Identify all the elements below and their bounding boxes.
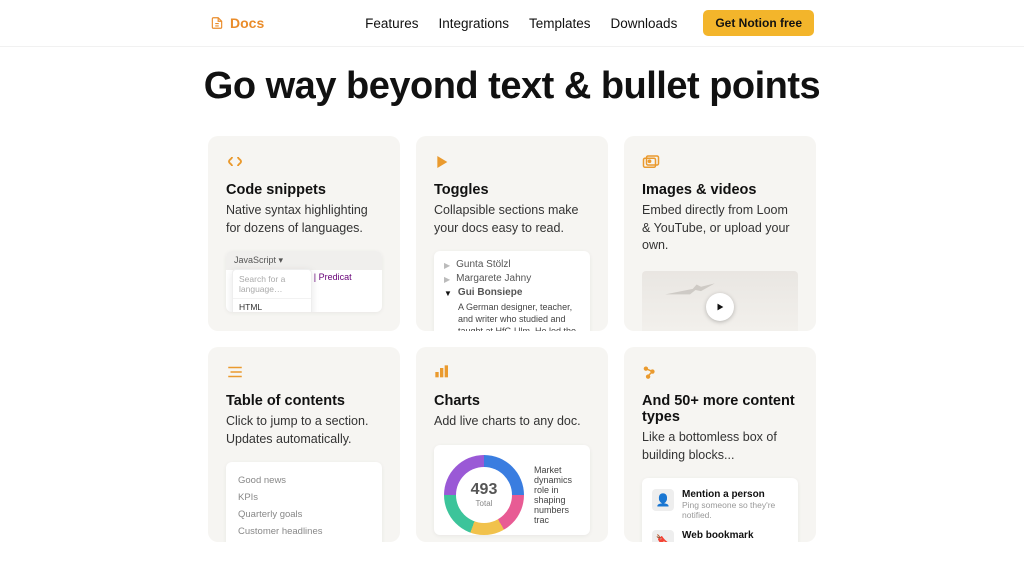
feature-grid: Code snippets Native syntax highlighting… <box>0 136 1024 582</box>
content-type-item[interactable]: 🔖 Web bookmarkSave a link as a visual bo… <box>644 525 796 542</box>
language-search[interactable]: Search for a language… <box>233 270 311 299</box>
nav-link-templates[interactable]: Templates <box>529 16 591 31</box>
chart-preview: 493Total Market dynamics role in shaping… <box>434 445 590 535</box>
toc-list: Good news KPIs Quarterly goals Customer … <box>226 462 382 542</box>
card-desc: Add live charts to any doc. <box>434 413 590 431</box>
content-type-item[interactable]: 👤 Mention a personPing someone so they'r… <box>644 484 796 525</box>
chart-value: 493 <box>471 481 498 499</box>
chevron-right-icon: ▶ <box>444 261 450 270</box>
nav-link-downloads[interactable]: Downloads <box>611 16 678 31</box>
top-nav: Docs Features Integrations Templates Dow… <box>0 0 1024 47</box>
chart-caption: Market dynamics role in shaping numbers … <box>534 465 586 525</box>
card-title: Images & videos <box>642 182 798 198</box>
card-more-types: And 50+ more content types Like a bottom… <box>624 347 816 542</box>
card-code-snippets: Code snippets Native syntax highlighting… <box>208 136 400 331</box>
card-title: Code snippets <box>226 182 382 198</box>
blocks-icon <box>642 365 798 383</box>
toggle-list: ▶Gunta Stölzl ▶Margarete Jahny ▼Gui Bons… <box>434 251 590 331</box>
bookmark-icon: 🔖 <box>652 530 674 542</box>
brand-label: Docs <box>230 15 264 31</box>
card-title: Toggles <box>434 182 590 198</box>
nav-links: Features Integrations Templates Download… <box>365 10 1024 36</box>
airplane-graphic <box>660 279 720 301</box>
person-icon: 👤 <box>652 489 674 511</box>
card-media: Images & videos Embed directly from Loom… <box>624 136 816 331</box>
toggle-content: A German designer, teacher, and writer w… <box>444 301 580 331</box>
toc-item[interactable]: Good news <box>238 472 370 489</box>
card-title: Charts <box>434 393 590 409</box>
toggle-row[interactable]: ▶Margarete Jahny <box>444 273 580 284</box>
toc-item[interactable]: Conclusion <box>238 540 370 542</box>
card-title: And 50+ more content types <box>642 393 798 425</box>
card-charts: Charts Add live charts to any doc. 493To… <box>416 347 608 542</box>
toc-item[interactable]: KPIs <box>238 489 370 506</box>
toc-item[interactable]: Quarterly goals <box>238 506 370 523</box>
brand-docs[interactable]: Docs <box>210 15 264 31</box>
card-title: Table of contents <box>226 393 382 409</box>
card-toggles: Toggles Collapsible sections make your d… <box>416 136 608 331</box>
language-option[interactable]: HTML <box>233 299 311 312</box>
card-toc: Table of contents Click to jump to a sec… <box>208 347 400 542</box>
chart-value-label: Total <box>476 499 493 508</box>
card-desc: Click to jump to a section. Updates auto… <box>226 413 382 448</box>
chevron-down-icon: ▼ <box>444 289 452 298</box>
language-menu: Search for a language… HTML Idris Java J… <box>232 269 312 312</box>
chevron-right-icon: ▶ <box>444 275 450 284</box>
content-type-list: 👤 Mention a personPing someone so they'r… <box>642 478 798 542</box>
play-icon <box>434 154 590 172</box>
donut-chart: 493Total <box>444 455 524 535</box>
card-desc: Like a bottomless box of building blocks… <box>642 429 798 464</box>
code-icon <box>226 154 382 172</box>
code-preview: JavaScript ▾ <Filter | Predicat | 'or' e… <box>226 251 382 312</box>
hero-heading: Go way beyond text & bullet points <box>0 65 1024 108</box>
card-desc: Collapsible sections make your docs easy… <box>434 202 590 237</box>
play-icon <box>715 302 725 312</box>
list-icon <box>226 365 382 383</box>
video-preview[interactable] <box>642 271 798 332</box>
card-desc: Embed directly from Loom & YouTube, or u… <box>642 202 798 255</box>
code-lang-selector[interactable]: JavaScript ▾ <box>226 251 382 270</box>
nav-link-integrations[interactable]: Integrations <box>438 16 509 31</box>
get-notion-button[interactable]: Get Notion free <box>703 10 814 36</box>
toc-item[interactable]: Customer headlines <box>238 523 370 540</box>
bar-chart-icon <box>434 365 590 383</box>
card-desc: Native syntax highlighting for dozens of… <box>226 202 382 237</box>
nav-link-features[interactable]: Features <box>365 16 418 31</box>
toggle-row-expanded[interactable]: ▼Gui Bonsiepe <box>444 287 580 298</box>
toggle-row[interactable]: ▶Gunta Stölzl <box>444 259 580 270</box>
image-icon <box>642 154 798 172</box>
doc-icon <box>210 16 224 30</box>
